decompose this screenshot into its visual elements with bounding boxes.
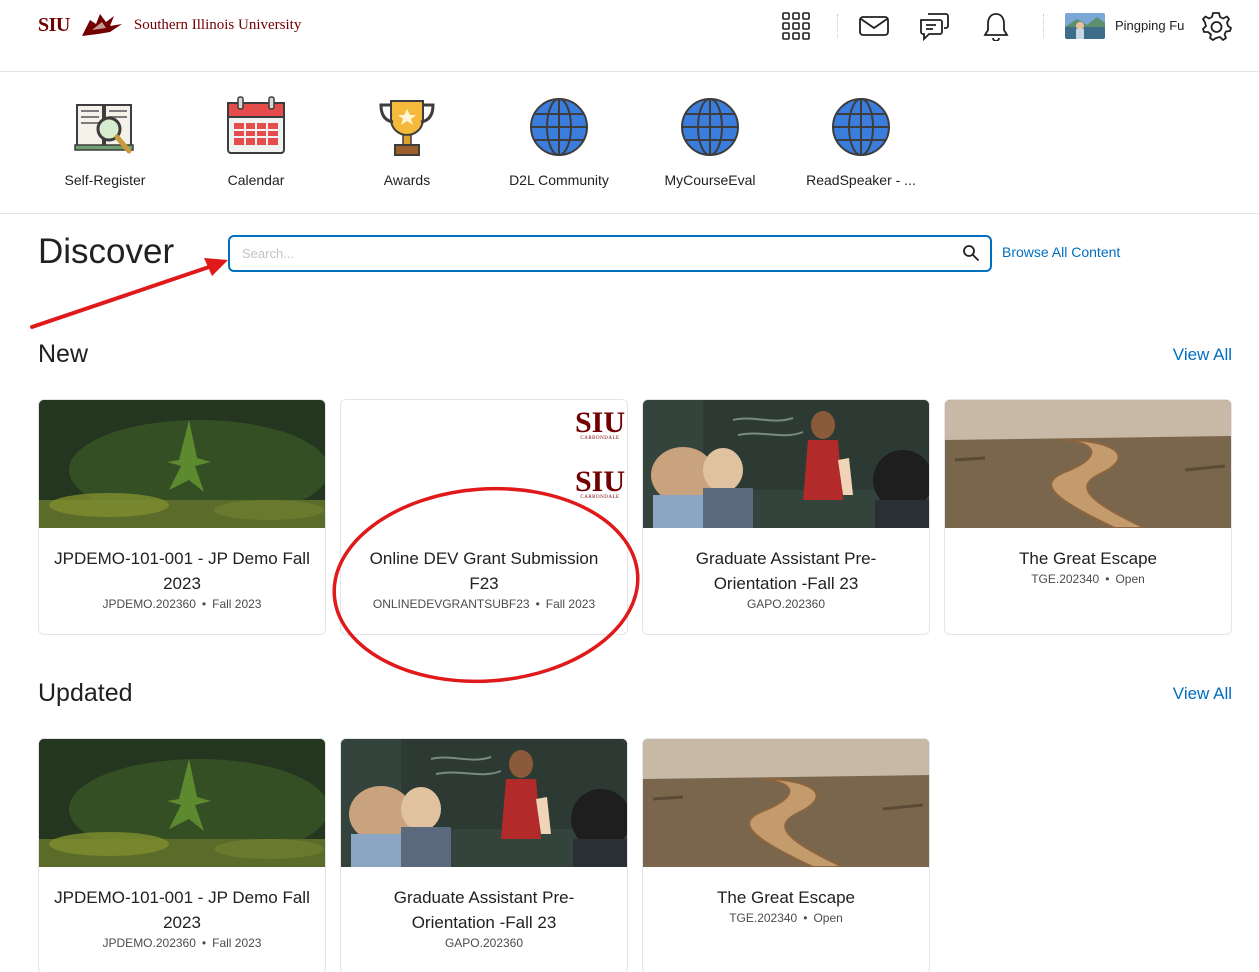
chat-icon[interactable] [918,10,950,42]
card-title: JPDEMO-101-001 - JP Demo Fall 2023 [54,888,310,932]
card-title: The Great Escape [1019,549,1157,568]
course-card[interactable]: The Great Escape TGE.202340 • Open [642,738,930,972]
gear-icon[interactable] [1200,10,1232,42]
card-meta: TGE.202340 • Open [957,572,1219,586]
book-magnifier-icon [70,92,140,162]
siu-logo-text: SIU [574,406,625,439]
nav-self-register[interactable]: Self-Register [40,92,170,188]
saluki-icon [81,14,122,36]
course-card[interactable]: Graduate Assistant Pre-Orientation -Fall… [340,738,628,972]
card-code: GAPO.202360 [746,597,826,611]
logo-short: SIU [38,13,70,36]
card-image-forest [39,739,325,867]
course-card[interactable]: Graduate Assistant Pre-Orientation -Fall… [642,399,930,635]
separator-dot: • [535,597,540,611]
card-term: Open [1115,572,1145,586]
siu-logo-caption: CARBONDALE [580,436,620,441]
nav-calendar[interactable]: Calendar [191,92,321,188]
card-image-classroom [341,739,627,867]
nav-label: Calendar [227,172,285,188]
bell-icon[interactable] [980,10,1012,42]
card-code: TGE.202340 [1031,572,1100,586]
search-box[interactable] [228,235,992,272]
globe-icon [675,92,745,162]
card-image-classroom [643,400,929,528]
card-code: JPDEMO.202360 [102,597,196,611]
nav-bar: Self-Register Calendar Awards D2L Commun… [0,72,1259,214]
view-all-new-link[interactable]: View All [1173,345,1232,365]
nav-label: Awards [383,172,431,188]
card-image-wooden-path [643,739,929,867]
card-title: JPDEMO-101-001 - JP Demo Fall 2023 [54,549,310,593]
nav-label: MyCourseEval [664,172,756,188]
globe-icon [826,92,896,162]
card-meta: JPDEMO.202360 • Fall 2023 [51,936,313,950]
nav-label: Self-Register [64,172,146,188]
card-term: Fall 2023 [212,597,262,611]
siu-logo-mark: SIU CARBONDALE [574,406,625,442]
card-title: Graduate Assistant Pre-Orientation -Fall… [695,549,877,593]
trophy-icon [372,92,442,162]
course-card[interactable]: SIU CARBONDALE SIU CARBONDALE Online DEV… [340,399,628,635]
card-image-wooden-path [945,400,1231,528]
card-image-forest [39,400,325,528]
card-code: JPDEMO.202360 [102,936,196,950]
section-title-updated: Updated [38,679,133,707]
card-title: The Great Escape [717,888,855,907]
card-term: Open [813,911,843,925]
search-icon[interactable] [962,244,980,267]
card-meta: TGE.202340 • Open [655,911,917,925]
card-meta: ONLINEDEVGRANTSUBF23 • Fall 2023 [353,597,615,611]
card-code: GAPO.202360 [444,936,524,950]
card-code: TGE.202340 [729,911,798,925]
card-meta: JPDEMO.202360 • Fall 2023 [51,597,313,611]
siu-logo[interactable]: SIU Southern Illinois University [38,10,301,40]
section-title-new: New [38,340,89,368]
course-card[interactable]: JPDEMO-101-001 - JP Demo Fall 2023 JPDEM… [38,399,326,635]
page-title: Discover [38,232,175,271]
mail-icon[interactable] [858,10,890,42]
top-bar: SIU Southern Illinois University Pingpin… [0,0,1259,72]
avatar[interactable] [1065,13,1105,39]
view-all-updated-link[interactable]: View All [1173,684,1232,704]
separator-dot: • [201,597,207,611]
card-term: Fall 2023 [545,597,596,611]
apps-grid-icon[interactable] [780,10,812,42]
separator-dot: • [1105,572,1110,586]
nav-label: ReadSpeaker - ... [806,172,916,188]
nav-label: D2L Community [509,172,609,188]
course-card[interactable]: The Great Escape TGE.202340 • Open [944,399,1232,635]
browse-all-content-link[interactable]: Browse All Content [1002,244,1120,260]
calendar-icon [221,92,291,162]
search-input[interactable] [230,237,930,270]
divider [1043,14,1044,38]
card-image-siu-logo: SIU CARBONDALE SIU CARBONDALE [341,400,627,528]
nav-readspeaker[interactable]: ReadSpeaker - ... [796,92,926,188]
nav-d2l-community[interactable]: D2L Community [494,92,624,188]
university-name: Southern Illinois University [133,16,302,33]
card-code: ONLINEDEVGRANTSUBF23 [372,597,530,611]
card-term: Fall 2023 [212,936,262,950]
siu-logo-text: SIU [574,465,625,498]
nav-awards[interactable]: Awards [342,92,472,188]
card-meta: GAPO.202360 [655,597,917,611]
nav-mycourseeval[interactable]: MyCourseEval [645,92,775,188]
siu-logo-caption: CARBONDALE [580,495,620,500]
card-title: Online DEV Grant Submission F23 [369,549,599,593]
divider [837,14,838,38]
globe-icon [524,92,594,162]
separator-dot: • [803,911,808,925]
course-card[interactable]: JPDEMO-101-001 - JP Demo Fall 2023 JPDEM… [38,738,326,972]
card-title: Graduate Assistant Pre-Orientation -Fall… [393,888,575,932]
siu-logo-mark: SIU CARBONDALE [574,465,625,501]
username[interactable]: Pingping Fu [1115,18,1184,33]
separator-dot: • [201,936,207,950]
card-meta: GAPO.202360 [353,936,615,950]
